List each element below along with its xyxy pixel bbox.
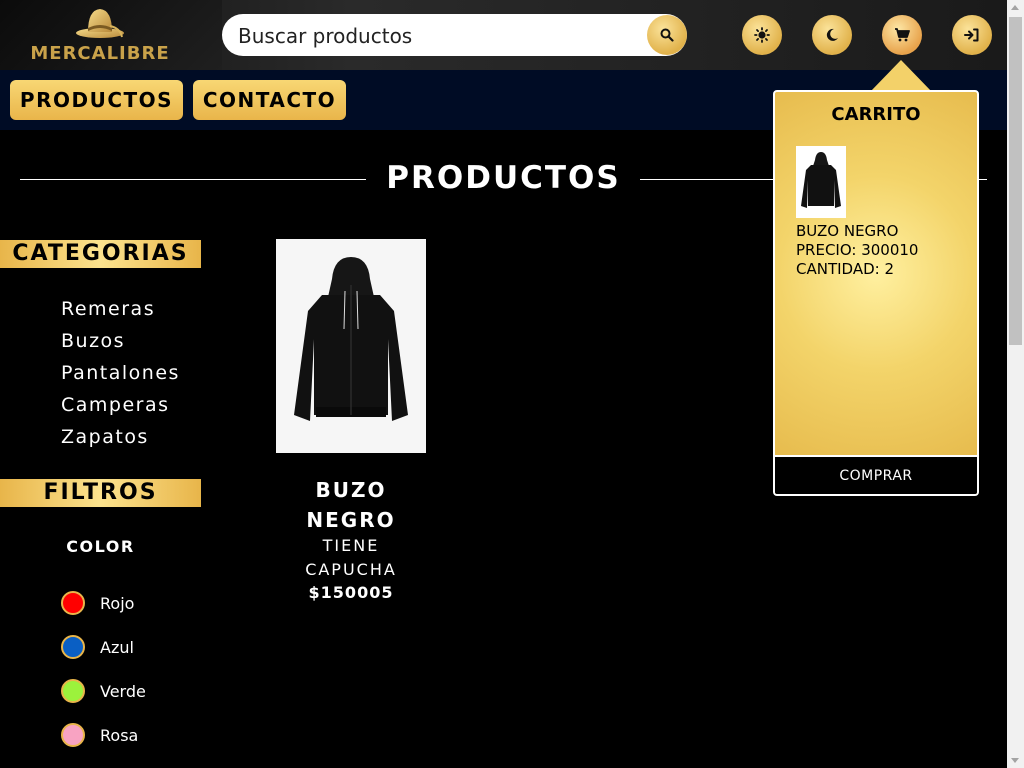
- color-option-verde[interactable]: Verde: [61, 678, 146, 704]
- category-item-pantalones[interactable]: Pantalones: [61, 361, 180, 393]
- cart-item-price: PRECIO: 300010: [796, 241, 919, 259]
- scrollbar[interactable]: [1007, 0, 1024, 768]
- filters-header: FILTROS: [0, 479, 201, 507]
- cart-icon: [895, 28, 910, 42]
- nav-productos-button[interactable]: PRODUCTOS: [10, 80, 183, 120]
- color-filter-title: COLOR: [66, 537, 135, 556]
- moon-icon: [826, 28, 838, 41]
- category-item-buzos[interactable]: Buzos: [61, 329, 180, 361]
- dark-theme-button[interactable]: [812, 15, 852, 55]
- color-swatch[interactable]: [61, 635, 85, 659]
- search-input[interactable]: [236, 14, 650, 58]
- cart-title: CARRITO: [831, 104, 921, 125]
- hoodie-image-icon: [294, 257, 408, 421]
- scrollbar-thumb[interactable]: [1009, 17, 1022, 345]
- cart-item-image: [796, 146, 846, 218]
- search-bar: [222, 14, 687, 58]
- category-item-camperas[interactable]: Camperas: [61, 393, 180, 425]
- color-option-rosa[interactable]: Rosa: [61, 722, 138, 748]
- category-item-remeras[interactable]: Remeras: [61, 297, 180, 329]
- cart-popover-arrow: [870, 60, 932, 92]
- light-theme-button[interactable]: [742, 15, 782, 55]
- nav-contacto-button[interactable]: CONTACTO: [193, 80, 346, 120]
- product-description: TIENE CAPUCHA: [305, 536, 397, 579]
- top-bar: MERCALIBRE: [0, 0, 1007, 70]
- login-button[interactable]: [952, 15, 992, 55]
- category-item-zapatos[interactable]: Zapatos: [61, 425, 180, 457]
- scroll-up-arrow-icon[interactable]: [1011, 5, 1019, 10]
- logo-text: MERCALIBRE: [30, 43, 170, 64]
- scroll-down-arrow-icon[interactable]: [1011, 758, 1019, 763]
- color-swatch[interactable]: [61, 723, 85, 747]
- hoodie-thumbnail-icon: [801, 152, 841, 208]
- buy-button[interactable]: COMPRAR: [775, 455, 977, 494]
- product-image[interactable]: [276, 239, 426, 453]
- color-swatch[interactable]: [61, 679, 85, 703]
- color-label: Verde: [100, 681, 146, 701]
- color-label: Azul: [100, 637, 134, 657]
- cart-item-quantity: CANTIDAD: 2: [796, 260, 895, 278]
- product-price: $150005: [308, 583, 394, 602]
- login-icon: [964, 28, 979, 42]
- color-swatch[interactable]: [61, 591, 85, 615]
- cart-item-name: BUZO NEGRO: [796, 222, 899, 240]
- color-option-azul[interactable]: Azul: [61, 634, 134, 660]
- cart-dropdown: CARRITO BUZO NEGRO PRECIO: 300010 CANTID…: [773, 90, 979, 496]
- search-button[interactable]: [647, 15, 687, 55]
- category-list: Remeras Buzos Pantalones Camperas Zapato…: [61, 297, 180, 457]
- search-icon: [660, 28, 674, 42]
- product-name: BUZO NEGRO: [306, 478, 396, 532]
- categories-header: CATEGORIAS: [0, 240, 201, 268]
- sun-icon: [754, 27, 770, 43]
- color-option-rojo[interactable]: Rojo: [61, 590, 134, 616]
- color-label: Rosa: [100, 725, 139, 745]
- logo[interactable]: MERCALIBRE: [0, 0, 222, 70]
- color-label: Rojo: [100, 593, 135, 613]
- cart-button[interactable]: [882, 15, 922, 55]
- hat-logo-icon: [76, 9, 124, 38]
